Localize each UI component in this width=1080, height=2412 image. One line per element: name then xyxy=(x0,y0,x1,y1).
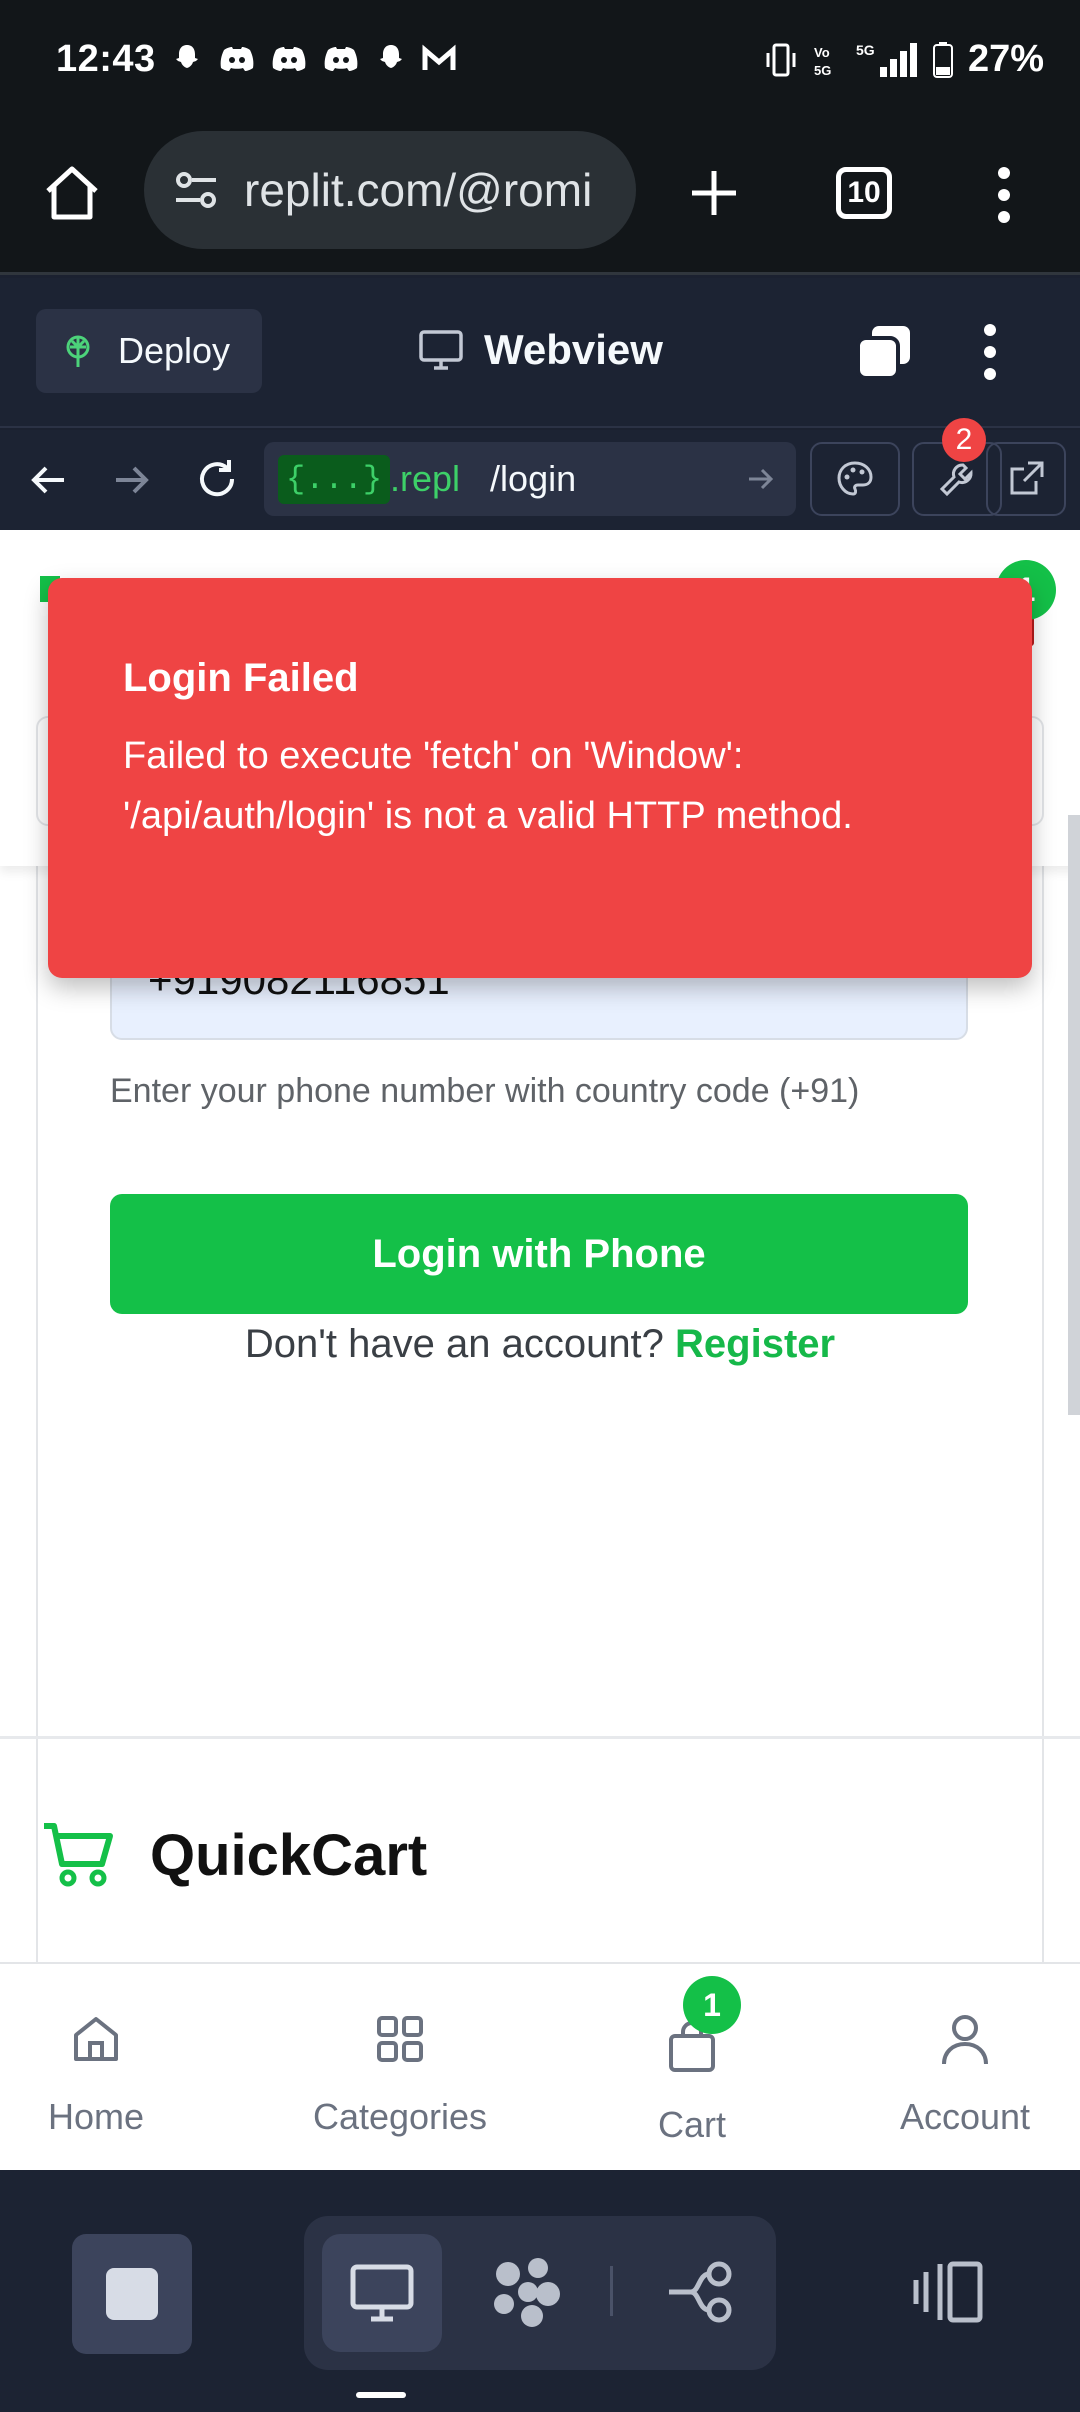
tabs-icon[interactable] xyxy=(854,322,914,382)
workflow-icon xyxy=(669,2261,732,2323)
login-with-phone-button[interactable]: Login with Phone xyxy=(110,1194,968,1314)
webview-address-bar[interactable]: {...} .repl /login xyxy=(264,442,796,516)
split-panel-icon xyxy=(913,2261,983,2323)
deploy-button[interactable]: Deploy xyxy=(36,309,262,393)
nav-home[interactable]: Home xyxy=(0,2004,206,2138)
url-path: /login xyxy=(490,458,577,499)
home-icon[interactable] xyxy=(42,163,102,223)
deploy-label: Deploy xyxy=(118,330,231,371)
cart-count-badge: 1 xyxy=(683,1976,741,2034)
webview-tab-title[interactable]: Webview xyxy=(418,326,663,374)
discord-icon xyxy=(324,47,358,71)
register-link[interactable]: Register xyxy=(675,1322,835,1366)
toolbar-separator xyxy=(610,2266,613,2316)
toast-title: Login Failed xyxy=(123,656,359,700)
tab-switcher-button[interactable]: 10 xyxy=(836,167,892,219)
phone-help-text: Enter your phone number with country cod… xyxy=(110,1072,860,1110)
domain-suffix: .repl xyxy=(390,458,461,499)
replit-toolbar: Deploy Webview xyxy=(0,278,1080,428)
vibrate-icon xyxy=(766,43,796,76)
home-icon xyxy=(74,2017,118,2061)
nav-categories-label: Categories xyxy=(312,2096,488,2137)
more-menu-icon[interactable] xyxy=(992,163,1016,227)
browser-toolbar: replit.com/@romi 10 xyxy=(0,125,1080,275)
discord-icon xyxy=(220,47,254,71)
nav-cart[interactable]: Cart xyxy=(582,2012,802,2146)
footer-divider xyxy=(0,1736,1080,1739)
footer-brand: QuickCart xyxy=(40,1820,427,1890)
webview-label: Webview xyxy=(484,326,663,373)
status-indicators: Vo 5G 5G 27% xyxy=(764,38,1044,81)
nav-categories[interactable]: Categories xyxy=(290,2004,510,2138)
open-new-tab-button[interactable] xyxy=(986,442,1066,516)
snapchat-icon xyxy=(176,45,198,68)
nav-home-label: Home xyxy=(47,2096,145,2137)
notification-icons xyxy=(170,42,456,76)
toast-message: Failed to execute 'fetch' on 'Window': '… xyxy=(123,735,853,837)
site-settings-icon[interactable] xyxy=(172,166,220,214)
grid-icon xyxy=(377,2016,423,2062)
error-toast[interactable]: Login Failed Failed to execute 'fetch' o… xyxy=(48,578,1032,978)
palette-icon xyxy=(837,461,873,496)
nav-account[interactable]: Account xyxy=(855,2004,1075,2138)
layout-toggle-button[interactable] xyxy=(898,2242,998,2342)
url-bar[interactable]: replit.com/@romi xyxy=(144,131,636,249)
replit-bottom-toolbar xyxy=(0,2170,1080,2412)
register-prompt: Don't have an account? Register xyxy=(0,1322,1080,1367)
status-bar: 12:43 Vo 5G 5G 27% xyxy=(0,0,1080,125)
deploy-icon xyxy=(66,335,90,367)
battery-level: 27% xyxy=(967,38,1044,80)
external-link-icon xyxy=(1010,461,1044,495)
agent-view-button[interactable] xyxy=(476,2242,576,2342)
workflow-view-button[interactable] xyxy=(650,2242,750,2342)
webview-view-button[interactable] xyxy=(322,2234,442,2352)
monitor-icon xyxy=(419,330,463,370)
svg-text:5G: 5G xyxy=(856,42,875,58)
register-prompt-text: Don't have an account? xyxy=(244,1322,664,1366)
stop-button[interactable] xyxy=(72,2234,192,2354)
signal-icon: 5G xyxy=(856,42,917,77)
svg-text:Vo: Vo xyxy=(814,45,830,60)
cart-logo-icon xyxy=(44,1823,113,1887)
back-arrow-icon[interactable] xyxy=(28,460,68,500)
stop-icon xyxy=(106,2268,158,2320)
user-icon xyxy=(942,2015,988,2065)
theme-button[interactable] xyxy=(810,442,900,516)
gesture-handle[interactable] xyxy=(356,2392,406,2398)
snapchat-icon xyxy=(380,45,402,68)
forward-arrow-icon[interactable] xyxy=(112,460,152,500)
domain-chip: {...} xyxy=(278,454,391,504)
agent-icon xyxy=(494,2258,560,2327)
brand-name: QuickCart xyxy=(150,1822,428,1888)
nav-cart-label: Cart xyxy=(657,2104,726,2145)
url-text: replit.com/@romi xyxy=(244,164,593,216)
discord-icon xyxy=(272,47,306,71)
monitor-icon xyxy=(350,2264,414,2322)
gmail-icon xyxy=(422,44,456,70)
nav-account-label: Account xyxy=(899,2096,1031,2137)
replit-menu-icon[interactable] xyxy=(980,322,1000,382)
volte-icon: Vo 5G xyxy=(814,45,831,78)
svg-text:5G: 5G xyxy=(814,63,831,78)
battery-icon xyxy=(932,41,953,78)
webview-navbar: {...} .repl /login 2 xyxy=(0,418,1080,530)
wrench-icon xyxy=(939,463,973,497)
bottom-nav: Home Categories Cart 1 Account xyxy=(0,1962,1080,2170)
devtools-badge: 2 xyxy=(942,418,986,462)
status-time: 12:43 xyxy=(56,38,156,80)
reload-icon[interactable] xyxy=(194,456,240,502)
new-tab-icon[interactable] xyxy=(686,165,742,221)
go-arrow-icon[interactable] xyxy=(746,464,776,494)
